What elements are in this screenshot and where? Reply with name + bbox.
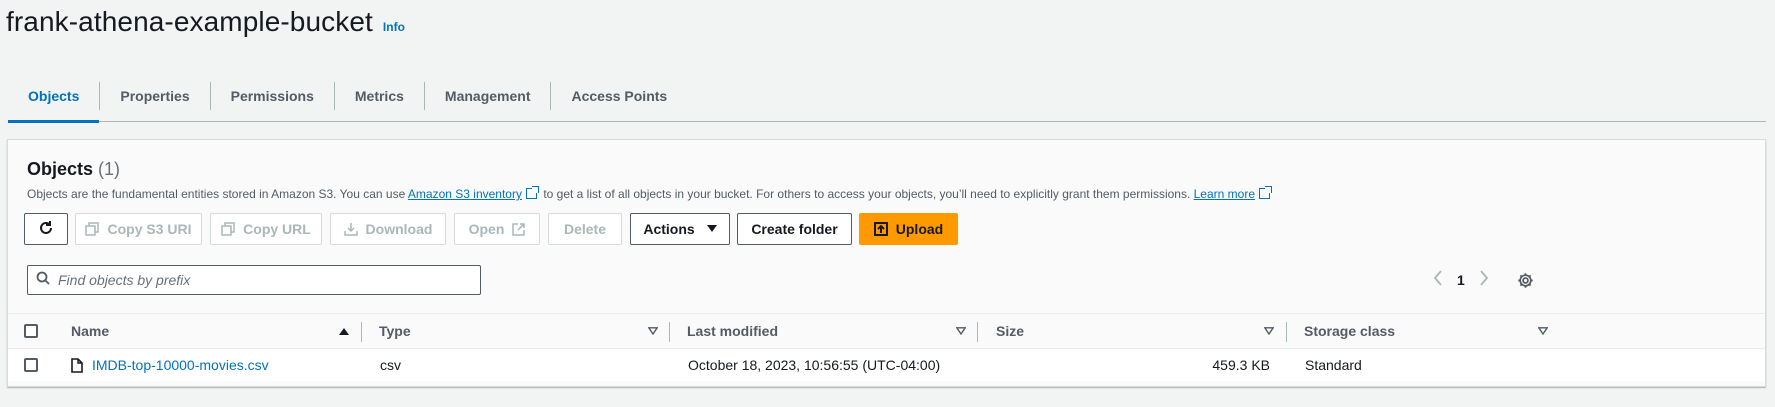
file-name-cell: IMDB-top-10000-movies.csv [71,349,269,381]
object-count: (1) [98,159,121,179]
search-icon [36,271,50,290]
sort-icon[interactable] [956,314,966,348]
copy-s3-uri-button[interactable]: Copy S3 URI [75,213,202,245]
current-page[interactable]: 1 [1457,272,1465,288]
caret-down-icon [706,225,717,233]
column-header-size[interactable]: Size [996,314,1024,348]
description-text-2: to get a list of all objects in your buc… [539,187,1194,201]
copy-icon [85,222,100,236]
size-cell: 459.3 KB [1212,357,1270,373]
column-divider [977,322,978,342]
tab-management[interactable]: Management [425,70,551,122]
file-type-cell: csv [380,357,401,373]
refresh-icon [38,220,54,239]
tab-metrics[interactable]: Metrics [335,70,424,122]
chevron-left-icon[interactable] [1433,269,1443,291]
chevron-right-icon[interactable] [1479,269,1489,291]
open-button[interactable]: Open [454,213,540,245]
description-text: Objects are the fundamental entities sto… [27,187,408,201]
refresh-button[interactable] [24,213,68,245]
download-icon [343,222,358,236]
file-icon [71,357,83,373]
create-folder-label: Create folder [751,221,838,237]
column-header-type[interactable]: Type [379,314,411,348]
upload-button[interactable]: Upload [859,213,958,245]
column-header-storage-class[interactable]: Storage class [1304,314,1395,348]
create-folder-button[interactable]: Create folder [737,213,852,245]
file-name-link[interactable]: IMDB-top-10000-movies.csv [92,357,269,373]
table-row: IMDB-top-10000-movies.csv csv October 18… [8,349,1765,381]
page-header: frank-athena-example-bucket Info [6,6,405,38]
sort-ascending-icon[interactable] [339,314,349,348]
tab-permissions[interactable]: Permissions [211,70,334,122]
tab-access-points[interactable]: Access Points [551,70,687,122]
select-all-checkbox[interactable] [24,324,38,338]
download-button[interactable]: Download [330,213,446,245]
page-title: frank-athena-example-bucket [6,6,373,37]
last-modified-cell: October 18, 2023, 10:56:55 (UTC-04:00) [688,357,941,373]
info-link[interactable]: Info [383,20,405,34]
inventory-link[interactable]: Amazon S3 inventory [408,187,522,201]
pagination: 1 [1433,265,1534,295]
actions-label: Actions [643,221,695,237]
external-link-icon [1259,186,1272,199]
copy-url-label: Copy URL [243,221,311,237]
column-divider [361,322,362,342]
tab-objects[interactable]: Objects [8,70,100,123]
sort-icon[interactable] [1538,314,1548,348]
table-header: Name Type Last modified Size Storage cla… [8,313,1765,349]
panel-title-text: Objects [27,159,94,179]
copy-url-button[interactable]: Copy URL [210,213,322,245]
search-input[interactable] [58,272,458,288]
gear-icon[interactable] [1517,272,1534,289]
upload-label: Upload [895,221,944,237]
column-divider [1286,322,1287,342]
external-link-icon [525,186,539,199]
upload-icon [873,222,888,236]
open-label: Open [468,221,505,237]
delete-label: Delete [563,221,607,237]
learn-more-link[interactable]: Learn more [1194,187,1255,201]
sort-icon[interactable] [1264,314,1274,348]
tab-bar: Objects Properties Permissions Metrics M… [8,70,1766,123]
column-header-name[interactable]: Name [71,314,109,348]
objects-panel: Objects (1) Objects are the fundamental … [7,139,1766,387]
download-label: Download [365,221,433,237]
tab-properties[interactable]: Properties [100,70,209,122]
actions-dropdown[interactable]: Actions [630,213,730,245]
panel-title: Objects (1) [27,159,120,180]
row-checkbox[interactable] [24,358,38,372]
copy-s3-uri-label: Copy S3 URI [107,221,192,237]
panel-description: Objects are the fundamental entities sto… [27,186,1273,201]
storage-class-cell: Standard [1305,357,1362,373]
copy-icon [221,222,235,236]
external-link-icon [512,222,526,236]
delete-button[interactable]: Delete [548,213,622,245]
column-header-last-modified[interactable]: Last modified [687,314,778,348]
search-box [27,265,481,295]
sort-icon[interactable] [648,314,658,348]
column-divider [669,322,670,342]
